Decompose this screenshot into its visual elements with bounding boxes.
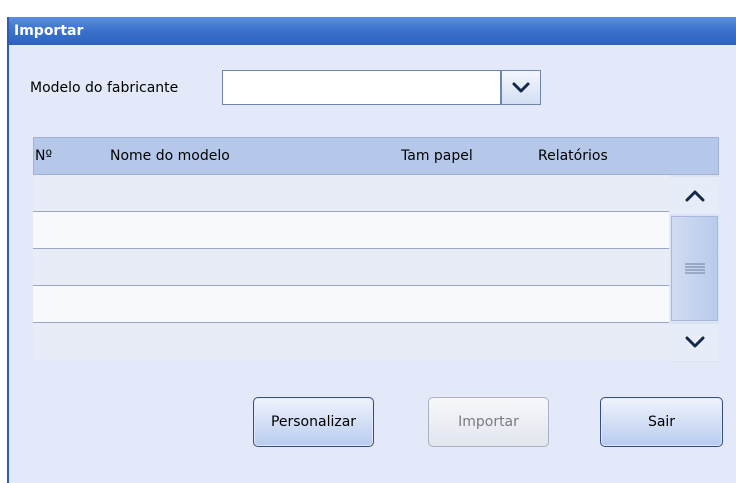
- table-row[interactable]: [33, 249, 669, 286]
- column-header-reports: Relatórios: [538, 148, 608, 164]
- column-header-number: Nº: [35, 148, 53, 164]
- manufacturer-model-field[interactable]: [222, 70, 501, 105]
- chevron-up-icon: [685, 190, 704, 202]
- customize-button[interactable]: Personalizar: [253, 397, 374, 447]
- table-row[interactable]: [33, 286, 669, 323]
- vertical-scrollbar[interactable]: [670, 175, 719, 362]
- import-dialog: Importar Modelo do fabricante Nº Nome do…: [7, 17, 736, 483]
- dropdown-button[interactable]: [501, 70, 541, 105]
- table-row[interactable]: [33, 323, 669, 360]
- dialog-title: Importar: [9, 17, 736, 45]
- table-body: [33, 175, 669, 362]
- import-button[interactable]: Importar: [428, 397, 549, 447]
- table-row[interactable]: [33, 175, 669, 212]
- scroll-down-button[interactable]: [670, 324, 719, 361]
- grip-icon: [684, 263, 705, 273]
- models-table: Nº Nome do modelo Tam papel Relatórios: [33, 137, 719, 362]
- chevron-down-icon: [685, 336, 704, 348]
- manufacturer-model-combobox[interactable]: [222, 70, 541, 105]
- column-header-model-name: Nome do modelo: [110, 148, 230, 164]
- chevron-down-icon: [512, 82, 530, 92]
- scrollbar-thumb[interactable]: [671, 216, 718, 321]
- table-row[interactable]: [33, 212, 669, 249]
- exit-button[interactable]: Sair: [600, 397, 723, 447]
- column-header-paper-size: Tam papel: [401, 148, 473, 164]
- scroll-up-button[interactable]: [670, 177, 719, 214]
- table-header: Nº Nome do modelo Tam papel Relatórios: [33, 137, 719, 175]
- manufacturer-model-label: Modelo do fabricante: [30, 80, 179, 96]
